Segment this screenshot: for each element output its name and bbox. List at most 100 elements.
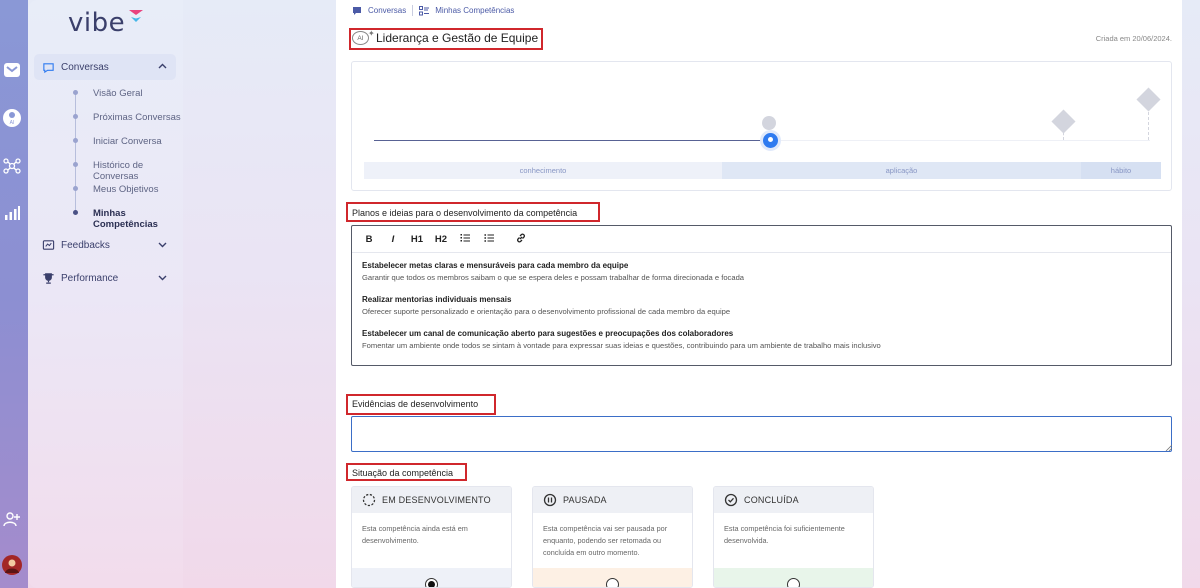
sidebar: vibe Conversas Visão Geral Próximas Conv… [28,0,183,588]
bullet-list-icon[interactable] [482,233,496,246]
breadcrumb-separator [412,5,414,16]
submenu-line [75,92,76,213]
card-title: CONCLUÍDA [744,495,799,505]
status-radio-concluida[interactable] [787,578,800,587]
sidebar-item-meus-objetivos[interactable]: Meus Objetivos [93,184,158,195]
vibe-logo: vibe [68,8,126,38]
checklist-icon [419,5,430,15]
editor-content[interactable]: Estabelecer metas claras e mensuráveis p… [352,253,1171,366]
nav-group-label: Conversas [61,61,109,73]
ordered-list-icon[interactable] [458,233,472,246]
nav-group-feedbacks[interactable]: Feedbacks [34,232,176,258]
card-header: EM DESENVOLVIMENTO [352,487,511,513]
inbox-icon[interactable] [0,58,24,82]
previous-marker-icon [762,116,776,130]
sidebar-item-historico[interactable]: Histórico de Conversas [93,160,183,182]
flag-milestone-icon [1051,109,1076,134]
title-highlight [349,28,543,50]
check-circle-icon [724,493,738,507]
plans-label-highlight [346,202,600,222]
card-header: CONCLUÍDA [714,487,873,513]
stage-conhecimento: conhecimento [364,162,722,179]
trophy-icon [42,272,55,285]
submenu-dot [73,186,78,191]
status-card-pausada[interactable]: PAUSADA Esta competência vai ser pausada… [532,486,693,588]
breadcrumb-conversas[interactable]: Conversas [368,6,406,15]
status-radio-em-desenvolvimento[interactable] [425,578,438,587]
plan-description: Garantir que todos os membros saibam o q… [362,273,745,282]
sidebar-item-visao-geral[interactable]: Visão Geral [93,88,142,99]
ai-assistant-icon[interactable]: AI [0,106,24,130]
chevron-down-icon [158,242,167,248]
plan-item: Realizar mentorias individuais mensais O… [362,295,1161,316]
network-icon[interactable] [0,154,24,178]
submenu-dot [73,138,78,143]
sidebar-item-minhas-competencias[interactable]: Minhas Competências [93,208,183,230]
status-card-em-desenvolvimento[interactable]: EM DESENVOLVIMENTO Esta competência aind… [351,486,512,588]
progress-track-filled [374,140,770,141]
breadcrumb: Conversas Minhas Competências [352,5,514,16]
plan-item: Estabelecer um canal de comunicação aber… [362,329,1161,350]
competency-progress: conhecimento aplicação hábito [351,61,1172,191]
heading1-button[interactable]: H1 [410,234,424,245]
add-user-icon[interactable] [0,507,24,531]
card-description: Esta competência vai ser pausada por enq… [543,524,668,557]
icon-rail: AI [0,0,28,588]
nav-group-label: Performance [61,272,119,284]
star-milestone-icon [1136,87,1161,112]
editor-toolbar: B I H1 H2 [352,226,1171,253]
plan-item: Estabelecer metas claras e mensuráveis p… [362,261,1161,282]
card-title: PAUSADA [563,495,607,505]
submenu-dot [73,162,78,167]
submenu-dot-current [73,210,78,215]
link-icon[interactable] [514,233,528,246]
plan-title: Realizar mentorias individuais mensais [362,295,512,304]
svg-text:AI: AI [10,120,15,126]
stage-habito: hábito [1081,162,1161,179]
status-radio-pausada[interactable] [606,578,619,587]
plan-title: Estabelecer metas claras e mensuráveis p… [362,261,629,270]
chevron-down-icon [158,275,167,281]
card-footer [533,568,692,587]
plan-description: Oferecer suporte personalizado e orienta… [362,307,731,316]
sidebar-item-proximas-conversas[interactable]: Próximas Conversas [93,112,181,123]
card-footer [714,568,873,587]
current-level-knob[interactable] [760,130,781,151]
plans-editor[interactable]: B I H1 H2 Estabelecer metas claras e men… [351,225,1172,366]
user-avatar[interactable] [0,553,24,577]
bar-chart-icon[interactable] [0,201,24,225]
nav-group-performance[interactable]: Performance [34,265,176,291]
submenu-dot [73,114,78,119]
pause-icon [543,493,557,507]
chat-bubble-icon [353,6,361,15]
stage-aplicacao: aplicação [722,162,1081,179]
card-footer [352,568,511,587]
chat-bubble-icon [42,61,55,74]
plan-description: Fomentar um ambiente onde todos se sinta… [362,341,881,350]
heading2-button[interactable]: H2 [434,234,448,245]
created-date: Criada em 20/06/2024. [1095,34,1172,43]
situation-label-highlight [346,463,467,481]
italic-button[interactable]: I [386,234,400,245]
bold-button[interactable]: B [362,234,376,245]
logo-mark-icon [129,10,143,22]
evidence-textarea[interactable] [351,416,1172,452]
status-card-concluida[interactable]: CONCLUÍDA Esta competência foi suficient… [713,486,874,588]
nav-group-conversas[interactable]: Conversas [34,54,176,80]
nav-group-label: Feedbacks [61,239,110,251]
card-header: PAUSADA [533,487,692,513]
card-description: Esta competência ainda está em desenvolv… [362,524,468,545]
progress-track [772,140,1150,141]
breadcrumb-minhas-competencias[interactable]: Minhas Competências [435,6,514,15]
main-panel: Conversas Minhas Competências AI ✦ Lider… [336,0,1182,588]
chevron-up-icon [158,63,167,69]
submenu-dot [73,90,78,95]
resize-handle-icon[interactable] [1165,444,1172,451]
feedback-icon [42,239,55,252]
card-description: Esta competência foi suficientemente des… [724,524,845,545]
card-title: EM DESENVOLVIMENTO [382,495,491,505]
plan-title: Estabelecer um canal de comunicação aber… [362,329,734,338]
evidence-label-highlight [346,394,496,415]
in-progress-icon [362,493,376,507]
sidebar-item-iniciar-conversa[interactable]: Iniciar Conversa [93,136,162,147]
